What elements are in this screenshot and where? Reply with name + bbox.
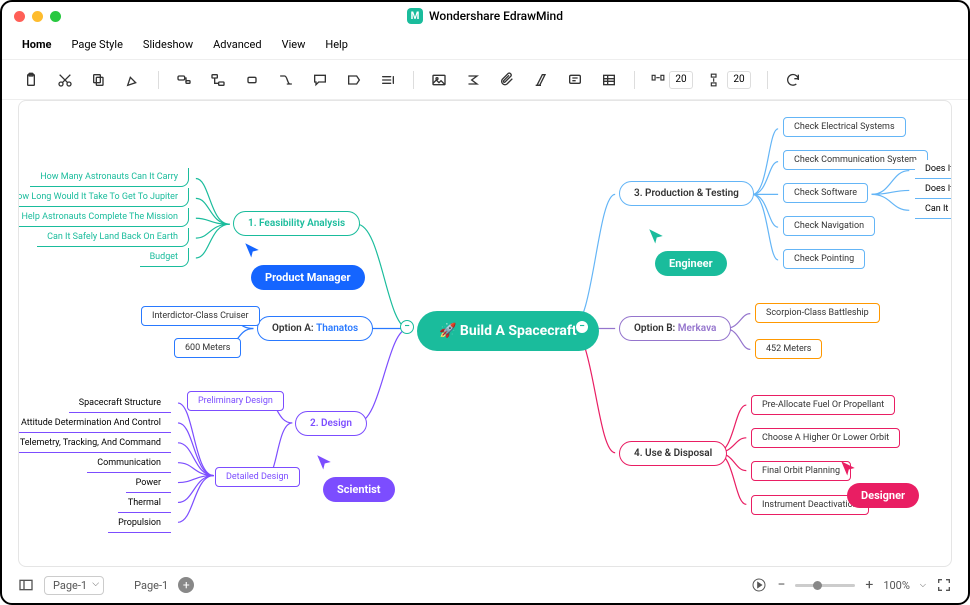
vspacing-input[interactable]	[727, 71, 751, 89]
collapse-right[interactable]: −	[575, 320, 589, 334]
statusbar: Page-1 Page-1 + − + 100% ⌵	[2, 567, 968, 603]
copy-icon[interactable]	[90, 71, 108, 89]
close-window[interactable]	[14, 11, 25, 22]
leaf[interactable]: Thermal	[118, 494, 171, 513]
leaf[interactable]: Budget	[140, 248, 189, 267]
root-node[interactable]: 🚀 Build A Spacecraft	[417, 311, 599, 351]
use-disposal-node[interactable]: 4. Use & Disposal	[619, 441, 727, 466]
boundary-icon[interactable]	[345, 71, 363, 89]
page-selector[interactable]: Page-1	[44, 576, 104, 595]
leaf[interactable]: Preliminary Design	[187, 391, 284, 411]
add-page-icon[interactable]: +	[178, 577, 194, 593]
clipboard-icon[interactable]	[22, 71, 40, 89]
canvas[interactable]: 🚀 Build A Spacecraft − − 1. Feasibility …	[18, 100, 952, 567]
fullscreen-icon[interactable]	[936, 577, 952, 593]
attachment-icon[interactable]	[498, 71, 516, 89]
leaf[interactable]: Check Pointing	[783, 249, 865, 269]
leaf[interactable]: Spacecraft Structure	[69, 394, 171, 413]
summary-icon[interactable]	[379, 71, 397, 89]
zoom-value: 100%	[883, 579, 910, 592]
leaf[interactable]: Can It Safely Land Back On Earth	[37, 228, 189, 247]
hspacing-input[interactable]	[669, 71, 693, 89]
leaf[interactable]: Power	[126, 474, 171, 493]
zoom-in-icon[interactable]: +	[865, 577, 873, 593]
design-node[interactable]: 2. Design	[295, 411, 367, 436]
leaf[interactable]: Detailed Design	[215, 467, 300, 487]
zoom-dropdown-icon[interactable]: ⌵	[920, 580, 926, 590]
leaf[interactable]: Check Communication System	[783, 150, 928, 170]
outline-icon[interactable]	[18, 577, 34, 593]
option-b-node[interactable]: Option B: Merkava	[619, 316, 731, 341]
refresh-icon[interactable]	[784, 71, 802, 89]
callout-engineer[interactable]: Engineer	[647, 227, 727, 276]
leaf[interactable]: Check Software	[783, 183, 868, 203]
collapse-left[interactable]: −	[400, 320, 414, 334]
floating-topic-icon[interactable]	[243, 71, 261, 89]
leaf[interactable]: Does It Cover All	[915, 180, 952, 199]
leaf[interactable]: 600 Meters	[174, 338, 241, 358]
menu-help[interactable]: Help	[325, 34, 348, 55]
leaf[interactable]: How Long Would It Take To Get To Jupiter	[18, 188, 189, 207]
leaf[interactable]: 452 Meters	[755, 339, 822, 359]
production-node[interactable]: 3. Production & Testing	[619, 181, 754, 206]
relationship-icon[interactable]	[277, 71, 295, 89]
toolbar	[2, 60, 968, 100]
leaf[interactable]: Scorpion-Class Battleship	[755, 303, 880, 323]
maximize-window[interactable]	[50, 11, 61, 22]
play-icon[interactable]	[751, 577, 767, 593]
leaf[interactable]: Does It Cover All	[915, 160, 952, 179]
callout-icon[interactable]	[311, 71, 329, 89]
menu-page-style[interactable]: Page Style	[71, 34, 122, 55]
option-a-node[interactable]: Option A: Thanatos	[257, 316, 373, 341]
callout-product-manager[interactable]: Product Manager	[243, 241, 365, 290]
zoom-slider[interactable]	[795, 584, 855, 587]
leaf[interactable]: Check Navigation	[783, 216, 875, 236]
app-title: Wondershare EdrawMind	[429, 9, 563, 23]
hspacing-control[interactable]	[651, 71, 693, 89]
menubar: Home Page Style Slideshow Advanced View …	[2, 30, 968, 60]
image-icon[interactable]	[430, 71, 448, 89]
app-logo-icon: M	[407, 8, 423, 24]
minimize-window[interactable]	[32, 11, 43, 22]
leaf[interactable]: Can It Process In	[915, 200, 952, 219]
leaf[interactable]: Attitude Determination And Control	[18, 414, 171, 433]
leaf[interactable]: Telemetry, Tracking, And Command	[18, 434, 171, 453]
mark-icon[interactable]	[532, 71, 550, 89]
table-icon[interactable]	[600, 71, 618, 89]
callout-scientist[interactable]: Scientist	[315, 453, 395, 502]
leaf[interactable]: Check Electrical Systems	[783, 117, 906, 137]
leaf[interactable]: How Many Astronauts Can It Carry	[30, 168, 189, 187]
zoom-out-icon[interactable]: −	[777, 577, 785, 593]
leaf[interactable]: Final Orbit Planning	[751, 461, 851, 481]
menu-view[interactable]: View	[282, 34, 306, 55]
cut-icon[interactable]	[56, 71, 74, 89]
menu-advanced[interactable]: Advanced	[213, 34, 261, 55]
topic-icon[interactable]	[175, 71, 193, 89]
leaf[interactable]: Pre-Allocate Fuel Or Propellant	[751, 395, 895, 415]
leaf[interactable]: Choose A Higher Or Lower Orbit	[751, 428, 900, 448]
formula-icon[interactable]	[464, 71, 482, 89]
subtopic-icon[interactable]	[209, 71, 227, 89]
menu-home[interactable]: Home	[22, 34, 51, 55]
paint-icon[interactable]	[124, 71, 142, 89]
callout-designer[interactable]: Designer	[839, 459, 919, 508]
page-tab[interactable]: Page-1	[134, 579, 168, 592]
leaf[interactable]: How To Help Astronauts Complete The Miss…	[18, 208, 189, 227]
leaf[interactable]: Interdictor-Class Cruiser	[141, 306, 260, 326]
note-icon[interactable]	[566, 71, 584, 89]
vspacing-control[interactable]	[709, 71, 751, 89]
menu-slideshow[interactable]: Slideshow	[143, 34, 193, 55]
leaf[interactable]: Communication	[87, 454, 171, 473]
feasibility-node[interactable]: 1. Feasibility Analysis	[233, 211, 360, 236]
leaf[interactable]: Propulsion	[108, 514, 171, 533]
titlebar: M Wondershare EdrawMind	[2, 2, 968, 30]
